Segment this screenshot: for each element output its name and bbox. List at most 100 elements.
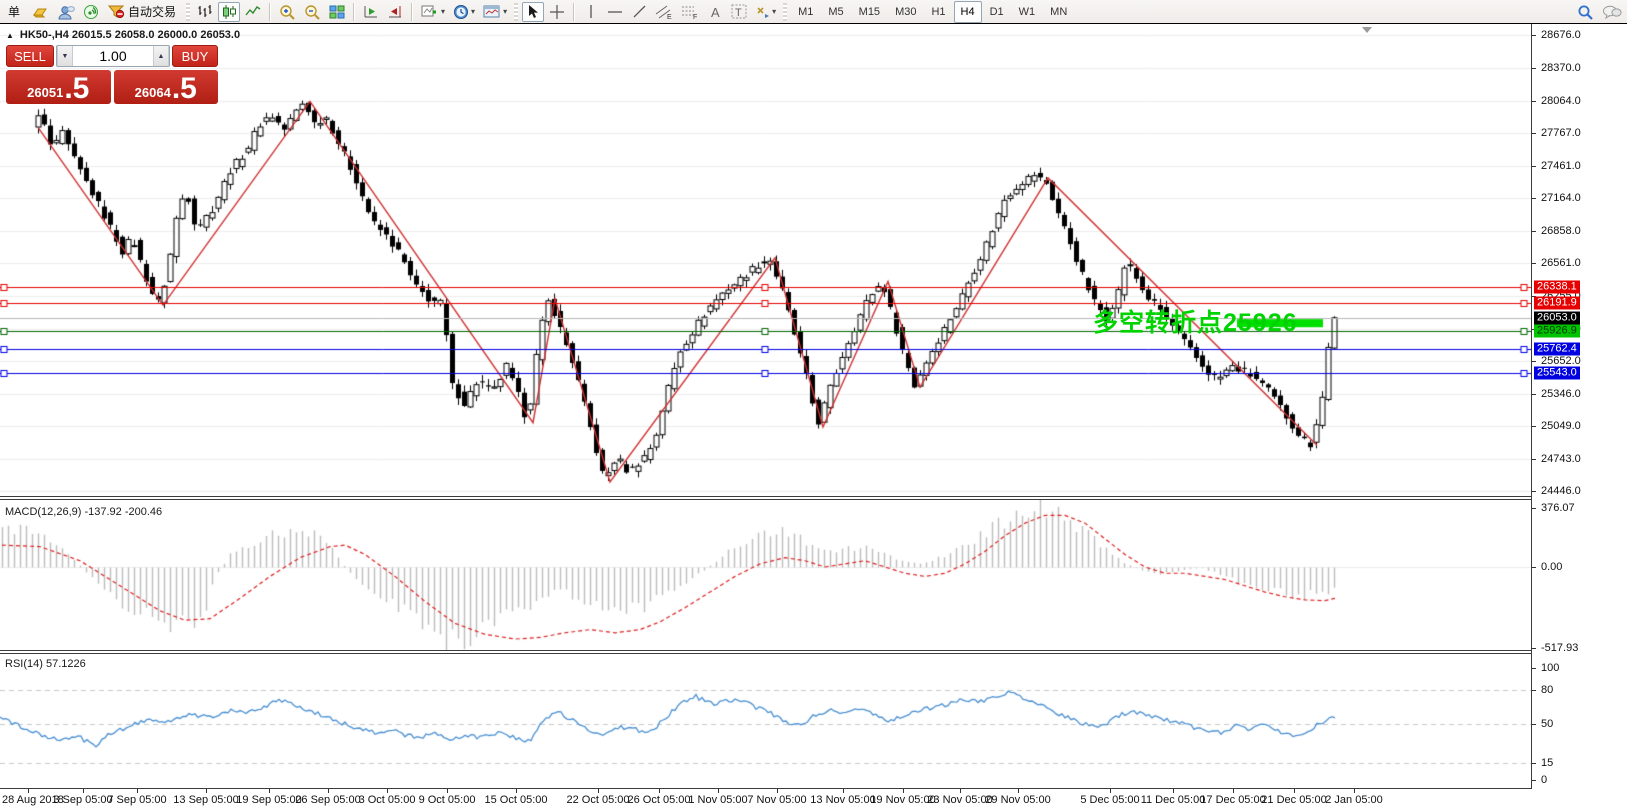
line-price-tag: 25926.9	[1534, 324, 1580, 338]
time-axis-tick	[659, 789, 660, 793]
volume-input[interactable]: 1.00	[73, 46, 153, 66]
timeframe-button-M30[interactable]: M30	[888, 1, 923, 23]
volume-down-button[interactable]: ▼	[57, 46, 73, 66]
profile-icon	[57, 4, 75, 20]
period-clock-button[interactable]: ▾	[450, 2, 478, 22]
vertical-line-button[interactable]	[580, 2, 602, 22]
chevron-down-icon: ▾	[441, 7, 446, 16]
timeframe-button-H4[interactable]: H4	[953, 0, 982, 23]
chart-shift-button[interactable]	[384, 2, 406, 22]
trendline-button[interactable]	[628, 2, 650, 22]
candlestick-chart-canvas[interactable]	[0, 25, 1531, 496]
zoom-out-button[interactable]	[301, 2, 324, 22]
line-chart-button[interactable]	[242, 2, 264, 22]
time-axis-label: 9 Oct 05:00	[418, 794, 476, 806]
axis-tick-mark	[1532, 35, 1536, 36]
timeframe-button-D1[interactable]: D1	[983, 1, 1011, 23]
axis-tick-label: 25652.0	[1541, 354, 1581, 367]
tile-windows-button[interactable]	[326, 2, 348, 22]
auto-scroll-button[interactable]	[360, 2, 382, 22]
time-axis-tick	[387, 789, 388, 793]
horizontal-line-button[interactable]	[604, 2, 626, 22]
rsi-axis-label: 100	[1541, 662, 1560, 674]
new-chart-button[interactable]: ▾	[418, 2, 448, 22]
crosshair-button[interactable]	[546, 2, 568, 22]
search-icon	[1577, 4, 1594, 20]
auto-scroll-icon	[363, 4, 379, 19]
rsi-axis-label: 0	[1541, 774, 1548, 786]
vertical-line-icon	[586, 4, 596, 19]
rsi-panel[interactable]: RSI(14) 57.1226	[0, 654, 1531, 788]
time-axis-label: 22 Oct 05:00	[566, 794, 630, 806]
axis-tick-mark	[1532, 132, 1536, 134]
time-axis-label: 2 Jan 05:00	[1325, 794, 1383, 806]
shapes-button[interactable]: ▾	[752, 2, 779, 22]
equidistant-channel-button[interactable]: E	[652, 2, 676, 22]
time-axis-tick	[1018, 789, 1019, 793]
sell-price-button[interactable]: 26051 .5	[6, 70, 111, 104]
axis-tick-label: 27461.0	[1541, 159, 1581, 172]
time-axis-tick	[843, 789, 844, 793]
axis-tick-mark	[1532, 690, 1536, 692]
zoom-in-button[interactable]	[276, 2, 299, 22]
time-axis-tick	[718, 789, 719, 793]
autotrade-label: 自动交易	[128, 5, 177, 19]
timeframe-button-M5[interactable]: M5	[821, 1, 850, 23]
timeframe-button-MN[interactable]: MN	[1043, 1, 1074, 23]
text-button[interactable]: A	[704, 2, 726, 22]
timeframe-button-M15[interactable]: M15	[852, 1, 887, 23]
axis-tick-label: 25346.0	[1541, 387, 1581, 400]
toolbar-separator	[411, 2, 414, 21]
time-axis-tick	[903, 789, 904, 793]
gold-bar-button[interactable]	[28, 2, 52, 22]
axis-tick-label: 26858.0	[1541, 224, 1581, 237]
pivot-annotation-text[interactable]: 多空转折点25926	[1093, 303, 1298, 339]
axis-tick-mark	[1532, 197, 1536, 199]
text-label-button[interactable]: T	[728, 2, 750, 22]
time-axis-label: 3 Oct 05:00	[358, 794, 416, 806]
time-axis-tick	[777, 789, 778, 793]
axis-tick-mark	[1532, 393, 1536, 395]
time-axis-label: 19 Nov 05:00	[870, 794, 936, 806]
search-button[interactable]	[1574, 2, 1597, 22]
time-axis-label: 1 Nov 05:00	[688, 794, 748, 806]
macd-panel[interactable]: MACD(12,26,9) -137.92 -200.46	[0, 500, 1531, 650]
timeframe-button-M1[interactable]: M1	[791, 1, 820, 23]
toolbar-grip	[514, 2, 519, 21]
fibonacci-button[interactable]: F	[678, 2, 702, 22]
chart-shift-marker[interactable]	[1362, 27, 1372, 33]
collapse-triangle-icon[interactable]: ▲	[6, 31, 14, 40]
time-axis[interactable]: 28 Aug 2018 3 Sep 05:00 7 Sep 05:00 13 Sep …	[0, 789, 1627, 809]
bar-chart-icon	[197, 4, 213, 19]
volume-up-button[interactable]: ▲	[153, 46, 169, 66]
timeframe-button-H1[interactable]: H1	[924, 1, 952, 23]
sell-button[interactable]: SELL	[6, 45, 54, 67]
time-axis-tick	[1354, 789, 1355, 793]
template-button[interactable]: ▾	[480, 2, 510, 22]
cursor-button[interactable]	[522, 1, 545, 22]
chat-icon	[1602, 4, 1622, 20]
chevron-down-icon: ▾	[471, 7, 476, 16]
bar-chart-button[interactable]	[194, 2, 216, 22]
axis-tick-mark	[1532, 780, 1536, 781]
main-chart-panel[interactable]: ▲ HK50-,H4 26015.5 26058.0 26000.0 26053…	[0, 25, 1531, 496]
line-price-tag: 26191.9	[1534, 296, 1580, 310]
template-icon	[483, 4, 501, 19]
candlestick-chart-button[interactable]	[218, 1, 241, 22]
mt4-window: 单 自动交易 ▾ ▾ ▾ E F A T ▾ M1 M5 M15 M30 H1 …	[0, 0, 1627, 809]
toolbar-separator	[269, 2, 272, 21]
price-axis[interactable]: 28676.0 28370.0 28064.0 27767.0 27461.0 27164…	[1531, 24, 1627, 789]
buy-price-button[interactable]: 26064 .5	[113, 70, 218, 104]
signal-button[interactable]	[80, 2, 102, 22]
buy-button[interactable]: BUY	[172, 45, 218, 67]
chat-button[interactable]	[1599, 2, 1625, 22]
time-axis-label: 26 Sep 05:00	[295, 794, 361, 806]
profile-button[interactable]	[54, 2, 78, 22]
new-order-button[interactable]: 单	[2, 2, 26, 22]
candlestick-chart-icon	[221, 4, 237, 20]
macd-canvas	[0, 500, 1531, 650]
axis-tick-mark	[1532, 67, 1536, 69]
autotrade-button[interactable]: 自动交易	[104, 2, 182, 22]
time-axis-tick	[447, 789, 448, 793]
timeframe-button-W1[interactable]: W1	[1012, 1, 1043, 23]
